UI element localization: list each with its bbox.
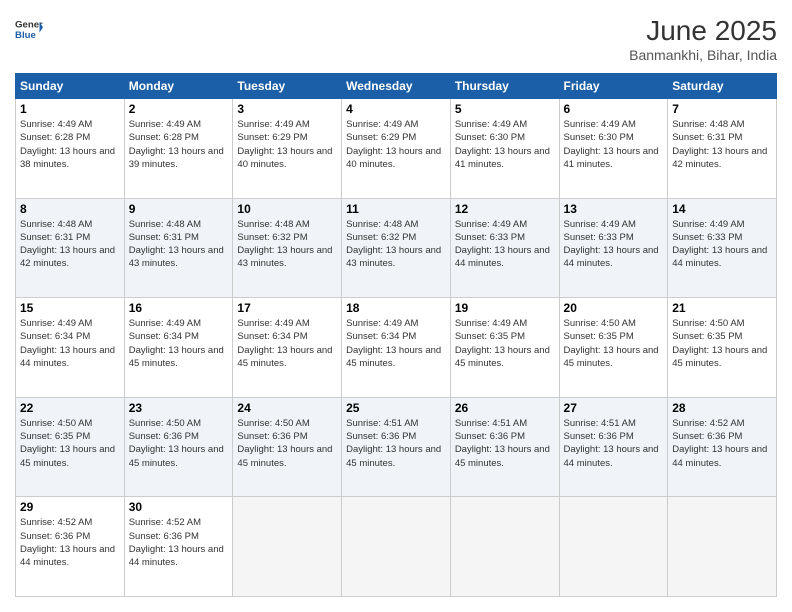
table-row: 23Sunrise: 4:50 AMSunset: 6:36 PMDayligh… xyxy=(124,397,233,497)
page: General Blue June 2025 Banmankhi, Bihar,… xyxy=(0,0,792,612)
table-row: 13Sunrise: 4:49 AMSunset: 6:33 PMDayligh… xyxy=(559,198,668,298)
table-row: 14Sunrise: 4:49 AMSunset: 6:33 PMDayligh… xyxy=(668,198,777,298)
calendar-week-row: 8Sunrise: 4:48 AMSunset: 6:31 PMDaylight… xyxy=(16,198,777,298)
col-monday: Monday xyxy=(124,74,233,99)
table-row: 8Sunrise: 4:48 AMSunset: 6:31 PMDaylight… xyxy=(16,198,125,298)
calendar-week-row: 1Sunrise: 4:49 AMSunset: 6:28 PMDaylight… xyxy=(16,99,777,199)
table-row: 5Sunrise: 4:49 AMSunset: 6:30 PMDaylight… xyxy=(450,99,559,199)
table-row: 15Sunrise: 4:49 AMSunset: 6:34 PMDayligh… xyxy=(16,298,125,398)
table-row: 11Sunrise: 4:48 AMSunset: 6:32 PMDayligh… xyxy=(342,198,451,298)
table-row: 18Sunrise: 4:49 AMSunset: 6:34 PMDayligh… xyxy=(342,298,451,398)
title-block: June 2025 Banmankhi, Bihar, India xyxy=(629,15,777,63)
table-row: 27Sunrise: 4:51 AMSunset: 6:36 PMDayligh… xyxy=(559,397,668,497)
table-row: 19Sunrise: 4:49 AMSunset: 6:35 PMDayligh… xyxy=(450,298,559,398)
header: General Blue June 2025 Banmankhi, Bihar,… xyxy=(15,15,777,63)
svg-text:Blue: Blue xyxy=(15,30,36,41)
table-row: 7Sunrise: 4:48 AMSunset: 6:31 PMDaylight… xyxy=(668,99,777,199)
table-row: 10Sunrise: 4:48 AMSunset: 6:32 PMDayligh… xyxy=(233,198,342,298)
col-sunday: Sunday xyxy=(16,74,125,99)
col-thursday: Thursday xyxy=(450,74,559,99)
table-row: 12Sunrise: 4:49 AMSunset: 6:33 PMDayligh… xyxy=(450,198,559,298)
calendar-table: Sunday Monday Tuesday Wednesday Thursday… xyxy=(15,73,777,597)
month-title: June 2025 xyxy=(629,15,777,47)
calendar-week-row: 22Sunrise: 4:50 AMSunset: 6:35 PMDayligh… xyxy=(16,397,777,497)
col-tuesday: Tuesday xyxy=(233,74,342,99)
location-subtitle: Banmankhi, Bihar, India xyxy=(629,47,777,63)
table-row xyxy=(668,497,777,597)
generalblue-logo-icon: General Blue xyxy=(15,15,43,43)
table-row: 24Sunrise: 4:50 AMSunset: 6:36 PMDayligh… xyxy=(233,397,342,497)
table-row: 28Sunrise: 4:52 AMSunset: 6:36 PMDayligh… xyxy=(668,397,777,497)
table-row: 21Sunrise: 4:50 AMSunset: 6:35 PMDayligh… xyxy=(668,298,777,398)
table-row xyxy=(559,497,668,597)
col-saturday: Saturday xyxy=(668,74,777,99)
table-row: 17Sunrise: 4:49 AMSunset: 6:34 PMDayligh… xyxy=(233,298,342,398)
table-row xyxy=(233,497,342,597)
calendar-header-row: Sunday Monday Tuesday Wednesday Thursday… xyxy=(16,74,777,99)
table-row: 25Sunrise: 4:51 AMSunset: 6:36 PMDayligh… xyxy=(342,397,451,497)
table-row: 3Sunrise: 4:49 AMSunset: 6:29 PMDaylight… xyxy=(233,99,342,199)
table-row: 2Sunrise: 4:49 AMSunset: 6:28 PMDaylight… xyxy=(124,99,233,199)
table-row: 16Sunrise: 4:49 AMSunset: 6:34 PMDayligh… xyxy=(124,298,233,398)
col-wednesday: Wednesday xyxy=(342,74,451,99)
calendar-week-row: 15Sunrise: 4:49 AMSunset: 6:34 PMDayligh… xyxy=(16,298,777,398)
table-row: 6Sunrise: 4:49 AMSunset: 6:30 PMDaylight… xyxy=(559,99,668,199)
logo: General Blue xyxy=(15,15,43,43)
table-row: 4Sunrise: 4:49 AMSunset: 6:29 PMDaylight… xyxy=(342,99,451,199)
table-row: 20Sunrise: 4:50 AMSunset: 6:35 PMDayligh… xyxy=(559,298,668,398)
table-row: 29Sunrise: 4:52 AMSunset: 6:36 PMDayligh… xyxy=(16,497,125,597)
table-row: 30Sunrise: 4:52 AMSunset: 6:36 PMDayligh… xyxy=(124,497,233,597)
table-row: 26Sunrise: 4:51 AMSunset: 6:36 PMDayligh… xyxy=(450,397,559,497)
svg-text:General: General xyxy=(15,19,43,30)
table-row: 22Sunrise: 4:50 AMSunset: 6:35 PMDayligh… xyxy=(16,397,125,497)
table-row xyxy=(342,497,451,597)
table-row: 9Sunrise: 4:48 AMSunset: 6:31 PMDaylight… xyxy=(124,198,233,298)
table-row: 1Sunrise: 4:49 AMSunset: 6:28 PMDaylight… xyxy=(16,99,125,199)
table-row xyxy=(450,497,559,597)
col-friday: Friday xyxy=(559,74,668,99)
calendar-week-row: 29Sunrise: 4:52 AMSunset: 6:36 PMDayligh… xyxy=(16,497,777,597)
